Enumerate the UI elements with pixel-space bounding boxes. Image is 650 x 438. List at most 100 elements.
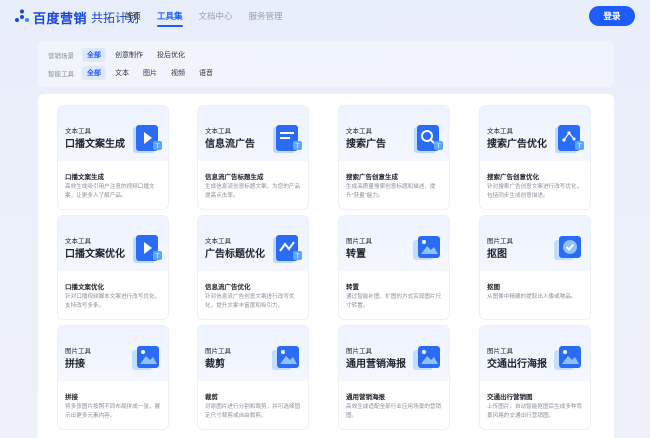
svg-text:T: T (155, 253, 160, 260)
play-doc-icon: T (129, 231, 165, 267)
card-title: 搜索广告 (346, 139, 386, 150)
card-title: 口播文案生成 (65, 139, 125, 150)
card-name: 信息流广告标题生成 (205, 174, 264, 181)
card-name: 搜索广告创意优化 (487, 174, 539, 181)
card-desc: 从图像中精确的提取出人像或物品。 (487, 294, 577, 300)
card-title: 抠图 (487, 249, 507, 260)
tool-card[interactable]: 文本工具口播文案优化 T 口播文案优化针对口播视频脚本文案进行改写优化，支持改写… (57, 215, 169, 320)
tool-card[interactable]: 图片工具抠图 抠图从图像中精确的提取出人像或物品。 (479, 215, 591, 320)
image-stack-icon (410, 341, 446, 377)
scene-chip-optimize[interactable]: 投后优化 (152, 48, 190, 62)
image-stack-icon (410, 231, 446, 267)
tool-grid: 文本工具 口播文案生成 T 口播文案生成 高效生成吸引用户注意的视频口播文案，让更多… (38, 94, 614, 438)
card-desc: 生成信息流创意标题文案，为您的产品提高点击率。 (205, 184, 301, 199)
card-name: 抠图 (487, 284, 500, 291)
main-nav: 首页 工具集 文档中心 服务管理 (124, 10, 299, 27)
card-name: 裁剪 (205, 394, 218, 401)
tool-card[interactable]: 文本工具搜索广告优化 T 搜索广告创意优化针对搜索广告创意文案进行改写优化，包括… (479, 105, 591, 210)
card-title: 搜索广告优化 (487, 139, 547, 150)
nav-service[interactable]: 服务管理 (249, 10, 283, 22)
logo-text: 百度营销 (33, 10, 88, 26)
card-tag: 文本工具 (346, 128, 372, 135)
card-tag: 文本工具 (205, 238, 231, 245)
nav-toolset[interactable]: 工具集 (157, 10, 183, 27)
card-desc: 针对搜索广告创意文案进行改写优化，包括同步生成创意描述。 (487, 184, 583, 199)
text-doc-icon: T (269, 121, 305, 157)
tool-card[interactable]: 图片工具裁剪 裁剪对原图片进行分割和裁剪，并可选择固定尺寸裁剪或自由裁剪。 (197, 325, 309, 430)
card-tag: 文本工具 (487, 128, 513, 135)
scene-filter-row: 营销场景 全部 创意制作 投后优化 (48, 48, 194, 62)
card-desc: 高效生成适配全部行业应用场景的营销图。 (346, 404, 442, 419)
nav-docs[interactable]: 文档中心 (199, 10, 233, 22)
card-name: 搜索广告创意生成 (346, 174, 398, 181)
tool-card[interactable]: 文本工具口播文案生成 T 口播文案生成高效生成吸引用户注意的视频口播文案，让更多… (57, 105, 169, 210)
nav-home[interactable]: 首页 (124, 10, 141, 22)
scene-chip-create[interactable]: 创意制作 (110, 48, 148, 62)
card-desc: 将多张图片按照不同布局拼成一张，展示出更多元素内容。 (65, 404, 161, 419)
scene-filter-label: 营销场景 (48, 53, 74, 60)
card-title: 广告标题优化 (205, 249, 265, 260)
card-title: 信息流广告 (205, 139, 255, 150)
image-stack-icon (551, 341, 587, 377)
image-stack-icon (129, 341, 165, 377)
play-doc-icon: T (129, 121, 165, 157)
card-tag: 文本工具 (65, 238, 91, 245)
scene-chip-all[interactable]: 全部 (82, 48, 106, 62)
tool-card[interactable]: 图片工具转置 转置通过智能补图、扩图的方式实现图片尺寸转置。 (338, 215, 450, 320)
card-desc: 高效生成吸引用户注意的视频口播文案，让更多人了解产品。 (65, 184, 155, 199)
tool-card[interactable]: 图片工具拼接 拼接将多张图片按照不同布局拼成一张，展示出更多元素内容。 (57, 325, 169, 430)
card-tag: 图片工具 (346, 348, 372, 355)
card-name: 口播文案优化 (65, 284, 104, 291)
card-tag: 图片工具 (346, 238, 372, 245)
card-title: 裁剪 (205, 359, 225, 370)
tool-filter-row: 智能工具 全部 文本 图片 视频 语音 (48, 66, 222, 80)
filter-panel: 营销场景 全部 创意制作 投后优化 智能工具 全部 文本 图片 视频 语音 (38, 41, 614, 87)
card-desc: 针对口播视频脚本文案进行改写优化，支持改写多条。 (65, 294, 161, 309)
card-title: 通用营销海报 (346, 359, 406, 370)
image-check-icon (551, 231, 587, 267)
card-name: 口播文案生成 (65, 174, 104, 181)
card-desc: 通过智能补图、扩图的方式实现图片尺寸转置。 (346, 294, 442, 309)
tool-card[interactable]: 图片工具通用营销海报 通用营销海报高效生成适配全部行业应用场景的营销图。 (338, 325, 450, 430)
tool-chip-voice[interactable]: 语音 (194, 66, 218, 80)
tool-filter-label: 智能工具 (48, 71, 74, 78)
tool-card[interactable]: 图片工具交通出行海报 交通出行营销图上传图片，自动智能抠图后生成多种背景风格的交… (479, 325, 591, 430)
svg-text:T: T (577, 143, 582, 150)
image-stack-icon (269, 341, 305, 377)
card-tag: 图片工具 (205, 348, 231, 355)
card-name: 转置 (346, 284, 359, 291)
card-name: 拼接 (65, 394, 78, 401)
card-tag: 文本工具 (65, 128, 91, 135)
card-title: 转置 (346, 249, 366, 260)
svg-text:T: T (295, 143, 300, 150)
tool-chip-video[interactable]: 视频 (166, 66, 190, 80)
logo-mark-icon (15, 9, 29, 22)
card-desc: 针对信息流广告创意文案进行改写优化，提升文案丰富度和吸引力。 (205, 294, 295, 309)
card-desc: 对原图片进行分割和裁剪，并可选择固定尺寸裁剪或自由裁剪。 (205, 404, 301, 419)
tool-chip-text[interactable]: 文本 (110, 66, 134, 80)
card-tag: 图片工具 (487, 238, 513, 245)
card-desc: 上传图片，自动智能抠图后生成多种背景风格的交通出行营销图。 (487, 404, 583, 419)
tool-chip-image[interactable]: 图片 (138, 66, 162, 80)
top-header: 百度营销 共拓计划 首页 工具集 文档中心 服务管理 登录 (0, 0, 650, 34)
logo[interactable]: 百度营销 共拓计划 (14, 7, 139, 27)
login-button[interactable]: 登录 (589, 6, 635, 26)
tool-card[interactable]: 文本工具广告标题优化 T 信息流广告优化针对信息流广告创意文案进行改写优化，提升… (197, 215, 309, 320)
card-title: 口播文案优化 (65, 249, 125, 260)
card-name: 通用营销海报 (346, 394, 385, 401)
tool-card[interactable]: 文本工具搜索广告 T 搜索广告创意生成生成高质量搜索创意标题和描述，提升"获量"… (338, 105, 450, 210)
svg-text:T: T (295, 253, 300, 260)
svg-text:T: T (155, 143, 160, 150)
card-tag: 图片工具 (487, 348, 513, 355)
chart-doc-icon: T (551, 121, 587, 157)
card-title: 拼接 (65, 359, 85, 370)
tool-chip-all[interactable]: 全部 (82, 66, 106, 80)
card-name: 信息流广告优化 (205, 284, 251, 291)
svg-text:T: T (436, 143, 441, 150)
card-desc: 生成高质量搜索创意标题和描述，提升"获量"能力。 (346, 184, 436, 199)
card-name: 交通出行营销图 (487, 394, 533, 401)
card-tag: 图片工具 (65, 348, 91, 355)
tool-card[interactable]: 文本工具 信息流广告 T 信息流广告标题生成 生成信息流创意标题文案，为您的产品提高… (197, 105, 309, 210)
card-title: 交通出行海报 (487, 359, 547, 370)
trend-doc-icon: T (269, 231, 305, 267)
